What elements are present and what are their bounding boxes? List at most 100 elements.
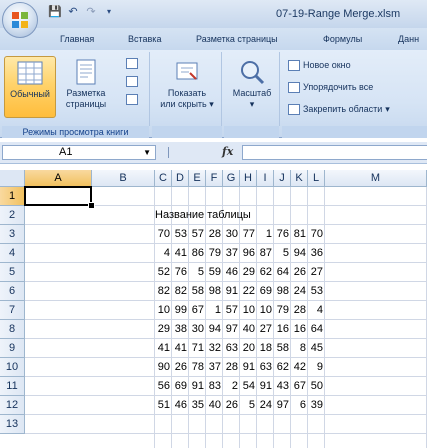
table-cell[interactable]: 82 [155,282,172,301]
name-box[interactable]: A1 ▼ [2,145,156,160]
table-cell[interactable]: 24 [257,396,274,415]
save-icon[interactable]: 💾 [48,5,62,19]
table-cell[interactable]: 71 [189,339,206,358]
table-cell[interactable]: 38 [172,320,189,339]
table-cell[interactable]: 41 [172,339,189,358]
table-cell[interactable]: 97 [274,396,291,415]
table-cell[interactable]: 98 [206,282,223,301]
table-cell[interactable]: 63 [223,339,240,358]
table-cell[interactable]: 99 [172,301,189,320]
table-cell[interactable]: 91 [223,282,240,301]
table-cell[interactable]: 27 [257,320,274,339]
zoom-button[interactable]: Масштаб ▾ [226,56,278,118]
table-cell[interactable]: 22 [240,282,257,301]
table-cell[interactable]: 29 [240,263,257,282]
table-cell[interactable]: 8 [291,339,308,358]
table-cell[interactable]: 28 [206,225,223,244]
table-cell[interactable]: 91 [240,358,257,377]
table-cell[interactable]: 20 [240,339,257,358]
column-header-e[interactable]: E [189,170,206,187]
table-cell[interactable]: 86 [189,244,206,263]
table-cell[interactable]: 37 [206,358,223,377]
table-cell[interactable]: 58 [189,282,206,301]
table-cell[interactable]: 43 [274,377,291,396]
table-cell[interactable]: 30 [189,320,206,339]
table-cell[interactable]: 26 [291,263,308,282]
formula-input[interactable] [242,145,427,160]
row-header-12[interactable]: 12 [0,396,25,415]
column-header-g[interactable]: G [223,170,240,187]
table-cell[interactable]: 45 [308,339,325,358]
table-cell[interactable]: 4 [308,301,325,320]
column-header-j[interactable]: J [274,170,291,187]
freeze-panes-button[interactable]: Закрепить области ▾ [288,102,390,116]
office-button[interactable] [2,2,38,38]
customize-icon[interactable]: ▾ [102,5,116,19]
fill-handle[interactable] [88,202,95,209]
show-hide-button[interactable]: Показать или скрыть ▾ [156,56,218,118]
table-cell[interactable]: 10 [257,301,274,320]
arrange-all-button[interactable]: Упорядочить все [288,80,373,94]
table-cell[interactable]: 5 [189,263,206,282]
custom-views-icon[interactable] [126,76,138,87]
table-cell[interactable]: 28 [291,301,308,320]
table-cell[interactable]: 79 [274,301,291,320]
table-cell[interactable]: 62 [274,358,291,377]
table-cell[interactable]: 36 [308,244,325,263]
page-break-preview-icon[interactable] [126,58,138,69]
table-cell[interactable]: 50 [308,377,325,396]
column-header-a[interactable]: A [25,170,92,187]
table-cell[interactable]: 97 [223,320,240,339]
table-cell[interactable]: 18 [257,339,274,358]
table-cell[interactable]: 67 [189,301,206,320]
column-header-b[interactable]: B [92,170,155,187]
table-cell[interactable]: 46 [172,396,189,415]
table-cell[interactable]: 81 [291,225,308,244]
table-cell[interactable]: 64 [274,263,291,282]
table-cell[interactable]: 37 [223,244,240,263]
active-cell-a1[interactable] [24,186,92,206]
table-cell[interactable]: 70 [155,225,172,244]
table-cell[interactable]: 64 [308,320,325,339]
row-header-8[interactable]: 8 [0,320,25,339]
table-cell[interactable]: 67 [291,377,308,396]
table-cell[interactable]: 83 [206,377,223,396]
table-cell[interactable]: 42 [291,358,308,377]
normal-view-button[interactable]: Обычный [4,56,56,118]
table-cell[interactable]: 4 [155,244,172,263]
table-cell[interactable]: 9 [308,358,325,377]
table-cell[interactable]: 1 [257,225,274,244]
table-cell[interactable]: 16 [291,320,308,339]
insert-function-icon[interactable]: fx [222,145,233,158]
row-header-9[interactable]: 9 [0,339,25,358]
row-header-4[interactable]: 4 [0,244,25,263]
table-cell[interactable]: 29 [155,320,172,339]
row-header-5[interactable]: 5 [0,263,25,282]
row-header-11[interactable]: 11 [0,377,25,396]
column-header-i[interactable]: I [257,170,274,187]
table-cell[interactable]: 69 [172,377,189,396]
table-cell[interactable]: 77 [240,225,257,244]
column-header-f[interactable]: F [206,170,223,187]
tab-page-layout[interactable]: Разметка страницы [196,34,278,44]
table-cell[interactable]: 26 [223,396,240,415]
table-cell[interactable]: 46 [223,263,240,282]
table-cell[interactable]: 70 [308,225,325,244]
table-cell[interactable]: 40 [206,396,223,415]
column-header-d[interactable]: D [172,170,189,187]
table-cell[interactable]: 54 [240,377,257,396]
row-header-6[interactable]: 6 [0,282,25,301]
table-cell[interactable]: 76 [172,263,189,282]
tab-home[interactable]: Главная [60,34,94,44]
table-cell[interactable]: 58 [274,339,291,358]
undo-icon[interactable]: ↶ [66,5,80,19]
table-cell[interactable]: 69 [257,282,274,301]
table-cell[interactable]: 78 [189,358,206,377]
table-cell[interactable]: 41 [172,244,189,263]
table-cell[interactable]: 53 [308,282,325,301]
table-cell[interactable]: 57 [223,301,240,320]
full-screen-icon[interactable] [126,94,138,105]
table-cell[interactable]: 26 [172,358,189,377]
table-cell[interactable]: 53 [172,225,189,244]
new-window-button[interactable]: Новое окно [288,58,351,72]
